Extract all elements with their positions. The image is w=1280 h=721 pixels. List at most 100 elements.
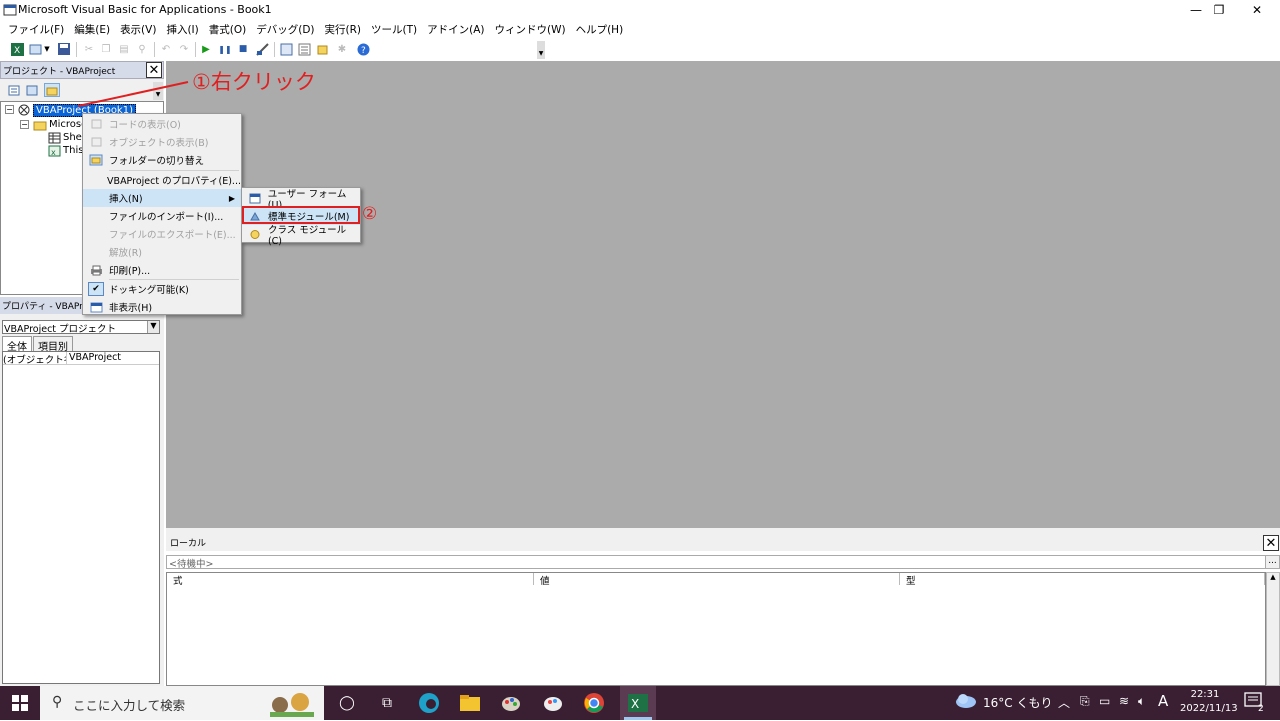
- svg-text:X: X: [631, 697, 639, 711]
- copy-icon[interactable]: ❐: [99, 42, 113, 56]
- help-icon[interactable]: ?: [356, 42, 370, 56]
- insert-object-icon[interactable]: [28, 42, 42, 56]
- search-icon: ⚲: [52, 694, 63, 710]
- menu-format[interactable]: 書式(O): [209, 22, 246, 37]
- toggle-folders-icon[interactable]: [44, 83, 60, 97]
- weather-icon[interactable]: [955, 692, 977, 711]
- menu-insert[interactable]: 挿入(I): [166, 22, 198, 37]
- excel-taskbar-icon[interactable]: X: [620, 686, 656, 720]
- menu-insert-submenu[interactable]: 挿入(N) ▶: [83, 189, 241, 207]
- locals-window-title: ローカル: [166, 534, 1280, 551]
- annotation-arrow: [77, 81, 189, 107]
- menu-import-file[interactable]: ファイルのインポート(I)...: [83, 207, 241, 225]
- design-mode-icon[interactable]: [255, 42, 269, 56]
- window-title: Microsoft Visual Basic for Applications …: [18, 3, 272, 16]
- column-expression[interactable]: 式: [167, 573, 534, 587]
- locals-scrollbar[interactable]: ▲: [1266, 572, 1280, 686]
- svg-text:x: x: [51, 148, 56, 157]
- menu-file[interactable]: ファイル(F): [8, 22, 64, 37]
- battery-icon[interactable]: ▭: [1099, 694, 1110, 708]
- wifi-icon[interactable]: ≋: [1119, 694, 1129, 708]
- reset-icon[interactable]: ■: [236, 42, 250, 56]
- tab-alphabetic[interactable]: 全体: [2, 336, 32, 353]
- file-explorer-icon[interactable]: [457, 690, 483, 716]
- locals-close-button[interactable]: ✕: [1263, 535, 1279, 551]
- redo-icon[interactable]: ↷: [177, 42, 191, 56]
- properties-object-combo[interactable]: VBAProject プロジェクト ▼: [2, 320, 160, 335]
- clock-time: 22:31: [1190, 689, 1220, 700]
- menu-export-file[interactable]: ファイルのエクスポート(E)...: [83, 225, 241, 243]
- excel-view-icon[interactable]: X: [10, 42, 24, 56]
- folder-icon: [83, 151, 109, 169]
- show-hidden-icons-icon[interactable]: ︿: [1058, 694, 1070, 711]
- object-browser-icon[interactable]: [315, 42, 329, 56]
- save-icon[interactable]: [57, 42, 71, 56]
- title-bar: Microsoft Visual Basic for Applications …: [0, 0, 1280, 20]
- menu-help[interactable]: ヘルプ(H): [576, 22, 624, 37]
- annotation-step1: ①右クリック: [192, 70, 316, 94]
- column-type[interactable]: 型: [900, 573, 1265, 587]
- search-placeholder: ここに入力して検索: [73, 698, 186, 713]
- collapse-root-icon[interactable]: −: [5, 105, 14, 114]
- project-explorer-icon[interactable]: [279, 42, 293, 56]
- hide-icon: [83, 298, 109, 316]
- find-icon[interactable]: ⚲: [135, 42, 149, 56]
- menu-project-properties[interactable]: VBAProject のプロパティ(E)...: [83, 171, 241, 189]
- menu-run[interactable]: 実行(R): [325, 22, 362, 37]
- collapse-folder-icon[interactable]: −: [20, 120, 29, 129]
- properties-row[interactable]: (オブジェクト名) VBAProject: [3, 352, 159, 365]
- edge-icon[interactable]: [416, 690, 442, 716]
- undo-icon[interactable]: ↶: [159, 42, 173, 56]
- annotation-step2: ②: [362, 204, 378, 224]
- menu-view-object[interactable]: オブジェクトの表示(B): [83, 133, 241, 151]
- call-stack-button[interactable]: ...: [1265, 555, 1280, 569]
- clock[interactable]: 22:31 2022/11/13: [1180, 688, 1238, 716]
- cut-icon[interactable]: ✂: [82, 42, 96, 56]
- task-view-icon[interactable]: ⧉: [374, 690, 400, 716]
- menu-remove[interactable]: 解放(R): [83, 243, 241, 261]
- combo-dropdown-icon[interactable]: ▼: [147, 321, 159, 333]
- scroll-up-icon[interactable]: ▲: [1267, 573, 1279, 581]
- run-icon[interactable]: ▶: [199, 42, 213, 56]
- folder-icon: [33, 119, 47, 134]
- menu-view-code[interactable]: コードの表示(O): [83, 115, 241, 133]
- meet-now-icon[interactable]: ⎘: [1080, 694, 1090, 709]
- volume-icon[interactable]: 🔈︎: [1138, 694, 1145, 709]
- menu-edit[interactable]: 編集(E): [74, 22, 110, 37]
- tree-workbook-label[interactable]: This: [63, 145, 83, 156]
- toolbox-icon[interactable]: ✱: [335, 42, 349, 56]
- paint3d-icon[interactable]: [540, 690, 566, 716]
- menu-debug[interactable]: デバッグ(D): [256, 22, 314, 37]
- view-object-icon[interactable]: [24, 83, 40, 97]
- menu-bar: ファイル(F) 編集(E) 表示(V) 挿入(I) 書式(O) デバッグ(D) …: [0, 20, 1280, 39]
- menu-hide[interactable]: 非表示(H): [83, 298, 241, 316]
- windows-start-icon[interactable]: [7, 690, 33, 716]
- paste-icon[interactable]: ▤: [117, 42, 131, 56]
- close-window-button[interactable]: ✕: [1234, 0, 1280, 20]
- menu-view[interactable]: 表示(V): [120, 22, 156, 37]
- menu-tools[interactable]: ツール(T): [371, 22, 417, 37]
- paint-icon[interactable]: [498, 690, 524, 716]
- ime-indicator[interactable]: A: [1158, 692, 1168, 710]
- chrome-icon[interactable]: [581, 690, 607, 716]
- cortana-icon[interactable]: ◯: [334, 690, 360, 716]
- tab-categorized[interactable]: 項目別: [33, 336, 73, 353]
- toolbar-overflow-icon[interactable]: ▼: [537, 41, 545, 59]
- notification-count: 2: [1258, 704, 1264, 714]
- dropdown-arrow-icon[interactable]: ▼: [43, 42, 51, 56]
- properties-window-icon[interactable]: [297, 42, 311, 56]
- submenu-class-module[interactable]: クラス モジュール(C): [242, 225, 360, 247]
- weather-text[interactable]: 16°C くもり: [983, 694, 1052, 711]
- menu-addins[interactable]: アドイン(A): [427, 22, 484, 37]
- view-code-icon[interactable]: [6, 83, 22, 97]
- submenu-userform[interactable]: ユーザー フォーム(U): [242, 189, 360, 211]
- taskbar-search-box[interactable]: ⚲ ここに入力して検索: [40, 686, 324, 720]
- menu-print[interactable]: 印刷(P)...: [83, 261, 241, 279]
- userform-icon: [242, 193, 268, 204]
- menu-toggle-folders[interactable]: フォルダーの切り替え: [83, 151, 241, 169]
- column-value[interactable]: 値: [534, 573, 900, 587]
- menu-window[interactable]: ウィンドウ(W): [495, 22, 566, 37]
- property-value[interactable]: VBAProject: [67, 352, 121, 364]
- break-icon[interactable]: ❚❚: [218, 42, 232, 56]
- menu-dockable[interactable]: ✔ ドッキング可能(K): [83, 280, 241, 298]
